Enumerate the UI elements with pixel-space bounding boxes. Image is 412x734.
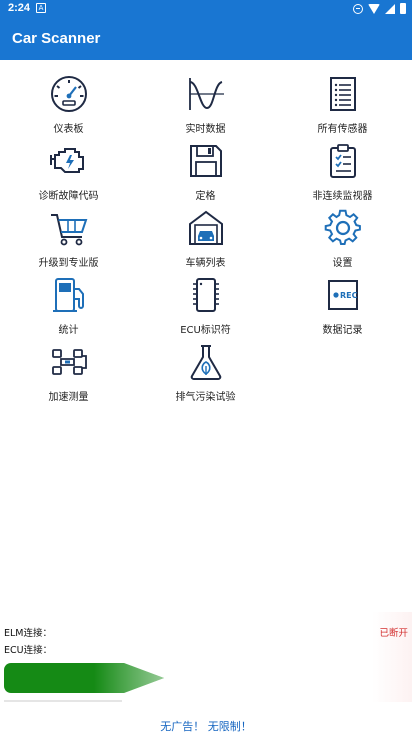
elm-connection-label: ELM连接：	[4, 628, 52, 639]
status-bar: 2:24 A	[0, 0, 412, 18]
battery-icon	[400, 3, 406, 14]
menu-label: 排气污染试验	[175, 392, 236, 403]
menu-item-acceleration[interactable]: 加速测量	[0, 334, 137, 403]
menu-item-dashboard[interactable]: 仪表板	[0, 66, 137, 135]
cart-icon	[50, 214, 87, 246]
svg-text:REC: REC	[340, 291, 358, 300]
menu-item-statistics[interactable]: 统计	[0, 267, 137, 336]
menu-item-settings[interactable]: 设置	[274, 200, 411, 269]
menu-label: 加速测量	[48, 392, 89, 403]
menu-item-dtc[interactable]: 诊断故障代码	[0, 133, 137, 202]
menu-item-live-data[interactable]: 实时数据	[137, 66, 274, 135]
menu-item-upgrade[interactable]: 升级到专业版	[0, 200, 137, 269]
floppy-icon	[189, 145, 222, 177]
a-icon: A	[36, 3, 46, 13]
race-car-icon	[51, 349, 87, 375]
connect-progress-arrow	[4, 663, 164, 693]
flask-icon	[190, 345, 221, 380]
gear-icon	[324, 209, 361, 245]
promo-link[interactable]: 无广告！ 无限制！	[0, 718, 412, 734]
menu-item-monitors[interactable]: 非连续监视器	[274, 133, 411, 202]
connection-status: 已断开	[379, 628, 408, 639]
cell-signal-icon	[385, 3, 395, 14]
app-title: Car Scanner	[12, 30, 101, 47]
menu-item-emissions[interactable]: 排气污染试验	[137, 334, 274, 403]
menu-item-data-recording[interactable]: REC 数据记录	[274, 267, 411, 336]
status-time: 2:24	[8, 2, 31, 14]
ecu-connection-label: ECU连接：	[4, 645, 53, 656]
progress-track	[4, 700, 122, 702]
engine-icon	[49, 148, 84, 173]
rec-icon: REC	[327, 280, 358, 310]
app-bar: Car Scanner	[0, 18, 412, 60]
menu-item-all-sensors[interactable]: 所有传感器	[274, 66, 411, 135]
garage-icon	[188, 210, 223, 245]
clipboard-check-icon	[329, 144, 356, 178]
menu-item-vehicles[interactable]: 车辆列表	[137, 200, 274, 269]
wifi-icon	[368, 3, 380, 14]
menu-item-ecu-info[interactable]: ECU标识符	[137, 267, 274, 336]
connect-button[interactable]	[4, 660, 164, 696]
do-not-disturb-icon	[353, 3, 363, 14]
chip-icon	[192, 278, 219, 312]
fuel-pump-icon	[52, 278, 84, 312]
menu-item-freeze-frame[interactable]: 定格	[137, 133, 274, 202]
gauge-icon	[50, 76, 87, 112]
list-icon	[329, 77, 356, 111]
system-icons	[353, 3, 406, 14]
menu-label: 数据记录	[322, 325, 363, 336]
waveform-icon	[188, 78, 224, 110]
